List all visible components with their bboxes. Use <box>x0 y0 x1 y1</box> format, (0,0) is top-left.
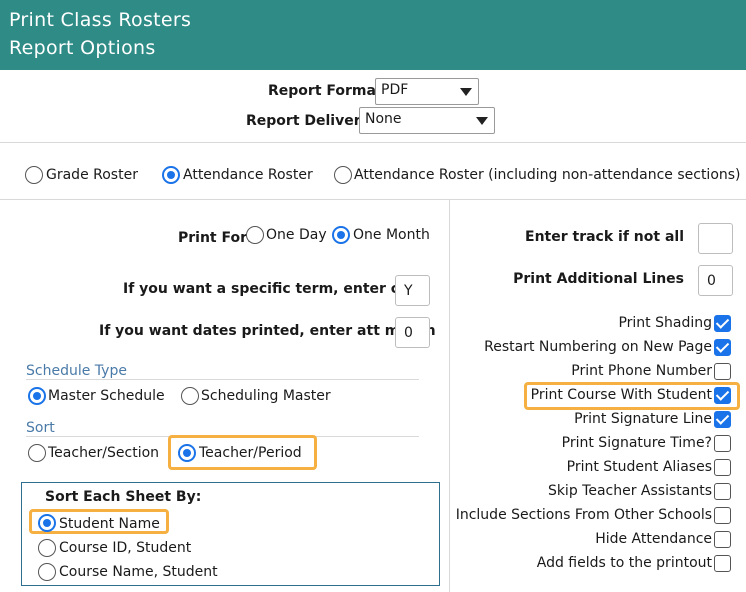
radio-attendance-roster-all[interactable] <box>334 166 352 184</box>
sort-title: Sort <box>26 420 55 436</box>
grade-roster-label: Grade Roster <box>46 167 138 183</box>
course-name-student-label: Course Name, Student <box>59 564 218 580</box>
skip-teacher-assistants-checkbox[interactable] <box>714 483 731 500</box>
radio-attendance-roster[interactable] <box>162 166 180 184</box>
radio-scheduling-master[interactable] <box>181 387 199 405</box>
print-signature-time-checkbox[interactable] <box>714 435 731 452</box>
attendance-roster-all-label: Attendance Roster (including non-attenda… <box>354 167 741 183</box>
restart-numbering-checkbox[interactable] <box>714 339 731 356</box>
radio-teacher-period[interactable] <box>178 444 196 462</box>
track-input[interactable] <box>698 223 733 254</box>
radio-one-day[interactable] <box>246 226 264 244</box>
attendance-roster-label: Attendance Roster <box>183 167 313 183</box>
print-for-label: Print For: <box>178 230 253 246</box>
report-delivery-value: None <box>365 111 402 127</box>
student-name-label: Student Name <box>59 516 160 532</box>
print-student-aliases-checkbox[interactable] <box>714 459 731 476</box>
print-signature-line-checkbox[interactable] <box>714 411 731 428</box>
divider <box>26 379 419 380</box>
radio-student-name[interactable] <box>38 514 56 532</box>
report-delivery-select[interactable]: None <box>359 107 495 134</box>
checkbox-label: Restart Numbering on New Page <box>484 339 712 355</box>
one-day-label: One Day <box>266 227 327 243</box>
print-shading-checkbox[interactable] <box>714 315 731 332</box>
checkbox-label: Print Student Aliases <box>566 459 712 475</box>
hide-attendance-checkbox[interactable] <box>714 531 731 548</box>
additional-lines-input[interactable]: 0 <box>698 265 733 296</box>
print-phone-number-checkbox[interactable] <box>714 363 731 380</box>
checkbox-label: Print Signature Line <box>574 411 712 427</box>
radio-teacher-section[interactable] <box>28 444 46 462</box>
checkbox-label: Print Signature Time? <box>561 435 712 451</box>
att-month-label: If you want dates printed, enter att mon… <box>99 323 436 339</box>
additional-lines-label: Print Additional Lines <box>513 271 684 287</box>
master-schedule-label: Master Schedule <box>48 388 165 404</box>
teacher-section-label: Teacher/Section <box>48 445 160 461</box>
term-input[interactable]: Y <box>395 275 430 306</box>
checkbox-label: Skip Teacher Assistants <box>547 483 712 499</box>
report-format-select[interactable]: PDF <box>375 78 479 105</box>
track-label: Enter track if not all <box>525 229 684 245</box>
checkbox-label: Print Phone Number <box>571 363 712 379</box>
checkbox-label: Print Shading <box>618 315 712 331</box>
page-subtitle: Report Options <box>9 37 156 59</box>
checkbox-label: Hide Attendance <box>595 531 712 547</box>
schedule-type-title: Schedule Type <box>26 363 127 379</box>
checkbox-label: Include Sections From Other Schools <box>455 507 712 523</box>
column-divider <box>449 199 450 592</box>
scheduling-master-label: Scheduling Master <box>201 388 331 404</box>
report-format-value: PDF <box>381 82 409 98</box>
add-fields-checkbox[interactable] <box>714 555 731 572</box>
radio-one-month[interactable] <box>332 226 350 244</box>
page-header: Print Class Rosters Report Options <box>0 0 746 70</box>
sort-each-sheet-title: Sort Each Sheet By: <box>45 489 202 505</box>
include-other-schools-checkbox[interactable] <box>714 507 731 524</box>
course-id-student-label: Course ID, Student <box>59 540 192 556</box>
one-month-label: One Month <box>353 227 430 243</box>
radio-course-name-student[interactable] <box>38 563 56 581</box>
teacher-period-label: Teacher/Period <box>199 445 302 461</box>
divider <box>0 199 746 200</box>
att-month-input[interactable]: 0 <box>395 317 430 348</box>
checkbox-label: Add fields to the printout <box>536 555 712 571</box>
checkbox-label: Print Course With Student <box>530 387 712 403</box>
radio-grade-roster[interactable] <box>25 166 43 184</box>
term-label: If you want a specific term, enter code <box>123 281 429 297</box>
radio-course-id-student[interactable] <box>38 539 56 557</box>
page-title: Print Class Rosters <box>9 9 192 31</box>
divider <box>0 142 746 143</box>
chevron-down-icon <box>460 88 472 96</box>
print-course-with-student-checkbox[interactable] <box>714 387 731 404</box>
report-delivery-label: Report Delivery: <box>246 113 376 129</box>
report-format-label: Report Format: <box>268 83 389 99</box>
chevron-down-icon <box>476 117 488 125</box>
radio-master-schedule[interactable] <box>28 387 46 405</box>
